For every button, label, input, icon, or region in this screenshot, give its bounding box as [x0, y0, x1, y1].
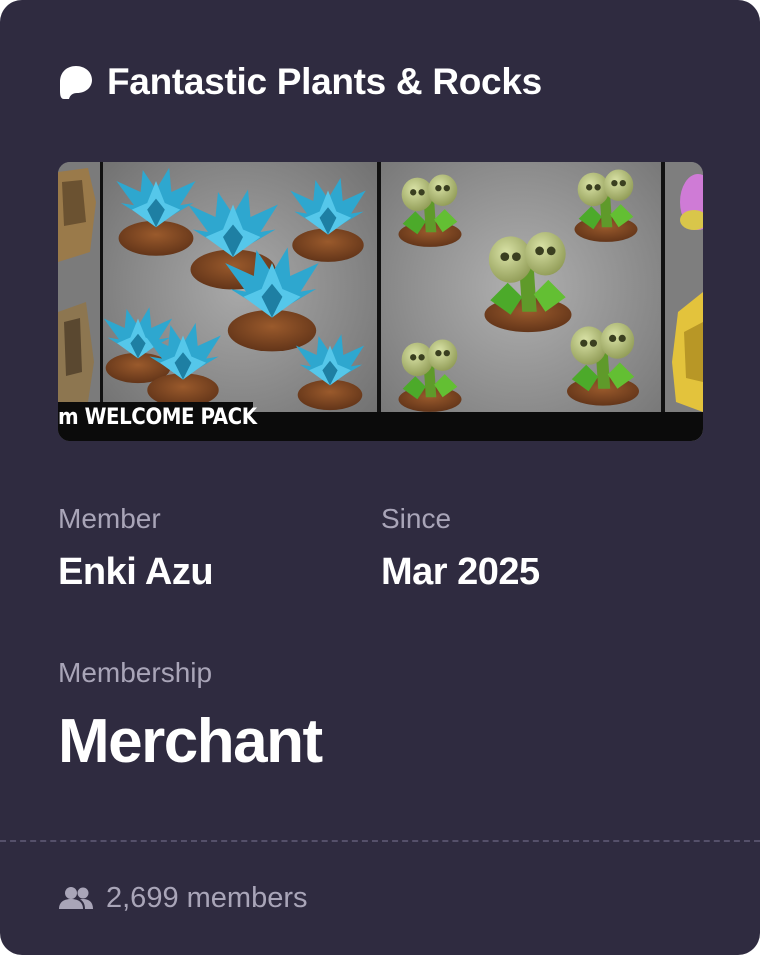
banner-caption: m WELCOME PACK [58, 405, 257, 430]
campaign-banner-image: m WELCOME PACK [58, 162, 703, 441]
card-header: Fantastic Plants & Rocks [58, 58, 542, 106]
since-value: Mar 2025 [381, 551, 540, 593]
welcome-pack-artwork [58, 162, 703, 441]
since-label: Since [381, 503, 452, 534]
dashed-divider [0, 840, 760, 842]
member-count-row: 2,699 members [58, 878, 308, 918]
member-name: Enki Azu [58, 551, 214, 593]
membership-label: Membership [58, 657, 213, 688]
campaign-title[interactable]: Fantastic Plants & Rocks [107, 58, 542, 106]
member-label: Member [58, 503, 161, 534]
members-icon [59, 887, 93, 909]
membership-tier: Merchant [58, 707, 323, 776]
patreon-logo-icon [60, 66, 92, 99]
membership-card: Fantastic Plants & Rocks m WELCOME PACK … [0, 0, 760, 955]
member-count: 2,699 members [106, 882, 308, 914]
